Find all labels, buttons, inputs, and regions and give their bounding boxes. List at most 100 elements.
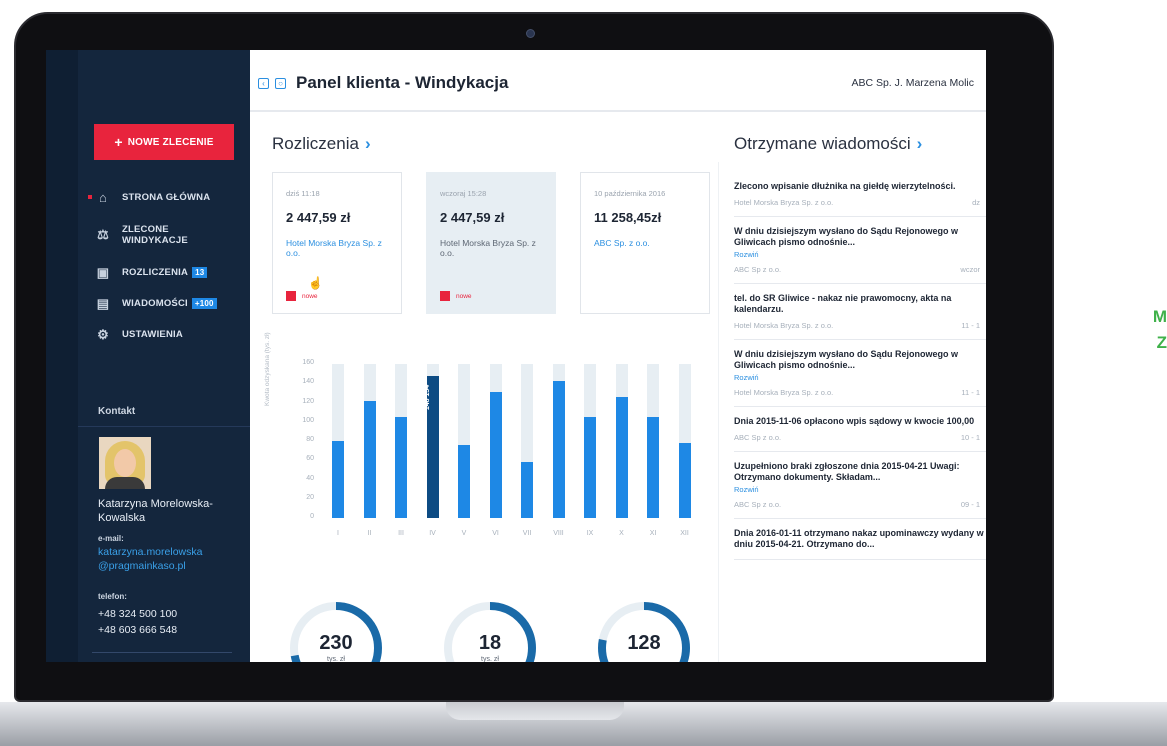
bar[interactable] xyxy=(678,442,691,518)
bar[interactable] xyxy=(458,444,470,518)
bar[interactable] xyxy=(552,381,565,518)
message-item[interactable]: Uzupełniono braki zgłoszone dnia 2015-04… xyxy=(734,452,986,519)
sidebar-nav: ⌂ STRONA GŁÓWNA ⚖ ZLECONE WINDYKACJE ▣ ROZLIC… xyxy=(88,182,248,350)
expand-link[interactable]: Rozwiń xyxy=(734,373,986,382)
status-badge: nowe xyxy=(286,291,318,301)
new-order-button[interactable]: + NOWE ZLECENIE xyxy=(94,124,234,160)
card-date: dziś 11:18 xyxy=(286,189,320,198)
message-item[interactable]: Dnia 2015-11-06 opłacono wpis sądowy w k… xyxy=(734,407,986,452)
header-divider xyxy=(250,110,986,112)
message-time: 11 - 1 xyxy=(961,388,980,397)
message-sender: Hotel Morska Bryza Sp. z o.o. xyxy=(734,198,834,207)
message-time: dz xyxy=(972,198,980,207)
message-sender: ABC Sp z o.o. xyxy=(734,433,782,442)
pointer-cursor-icon: ☝ xyxy=(308,276,323,290)
status-label: nowe xyxy=(456,292,472,300)
x-tick-label: I xyxy=(337,530,339,537)
donut-value: 230 xyxy=(319,632,353,654)
sidebar-strip xyxy=(46,50,78,662)
phone-2: +48 603 666 548 xyxy=(98,624,178,636)
chart-y-label: Kwota odzyskana (tys. zł) xyxy=(264,332,271,406)
y-tick-label: 100 xyxy=(302,416,314,424)
message-item[interactable]: Zlecono wpisanie dłużnika na giełdę wier… xyxy=(734,172,986,217)
sidebar-item-label: ROZLICZENIA xyxy=(122,267,189,278)
bar[interactable] xyxy=(584,416,596,518)
x-tick-label: VII xyxy=(522,530,532,537)
gear-icon: ⚙ xyxy=(97,326,109,342)
expand-link[interactable]: Rozwiń xyxy=(734,250,986,259)
recovery-bar-chart: Kwota odzyskana (tys. zł) 0 20 40 60 80 100 12… xyxy=(264,332,726,550)
header: ‹ ○ Panel klienta - Windykacja ABC Sp. J… xyxy=(250,50,986,112)
bar-value-label: 148 154 xyxy=(423,384,431,410)
sidebar-item-1[interactable]: ⚖ ZLECONE WINDYKACJE xyxy=(92,213,248,257)
plus-icon: + xyxy=(114,134,123,150)
side-caption: M Z xyxy=(1127,304,1167,356)
header-nav: ‹ ○ xyxy=(258,78,286,89)
sidebar-item-4[interactable]: ⚙ USTAWIENIA xyxy=(92,319,248,350)
donut-value: 128 xyxy=(627,632,661,654)
active-indicator xyxy=(88,195,92,199)
contact-email-link[interactable]: katarzyna.morelowska @pragmainkaso.pl xyxy=(98,545,248,573)
messages-list: Zlecono wpisanie dłużnika na giełdę wier… xyxy=(734,172,986,560)
page-title: Panel klienta - Windykacja xyxy=(296,73,509,92)
back-icon[interactable]: ‹ xyxy=(258,78,269,89)
message-sender: Hotel Morska Bryza Sp. z o.o. xyxy=(734,388,834,397)
message-text: W dniu dzisiejszym wysłano do Sądu Rejon… xyxy=(734,349,959,370)
y-tick-label: 40 xyxy=(306,474,314,482)
sidebar-item-2[interactable]: ▣ ROZLICZENIA 13 xyxy=(92,257,248,288)
x-tick-label: VI xyxy=(492,530,499,537)
phone-label: telefon: xyxy=(98,592,127,601)
sidebar-item-0[interactable]: ⌂ STRONA GŁÓWNA xyxy=(88,182,248,213)
message-sender: ABC Sp z o.o. xyxy=(734,500,782,509)
message-item[interactable]: tel. do SR Gliwice - nakaz nie prawomocn… xyxy=(734,284,986,340)
card-client-link[interactable]: Hotel Morska Bryza Sp. z o.o. xyxy=(286,238,394,258)
messages-title-link[interactable]: Otrzymane wiadomości › xyxy=(734,134,922,154)
status-badge: nowe xyxy=(440,291,472,301)
message-sender: ABC Sp z o.o. xyxy=(734,265,782,274)
message-item[interactable]: W dniu dzisiejszym wysłano do Sądu Rejon… xyxy=(734,340,986,407)
message-meta: Hotel Morska Bryza Sp. z o.o. dz xyxy=(734,198,986,207)
bar[interactable] xyxy=(647,416,659,518)
donut-chart: 230 tys. zł xyxy=(286,598,386,662)
column-divider xyxy=(718,162,719,662)
card-client-link[interactable]: Hotel Morska Bryza Sp. z o.o. xyxy=(440,238,548,258)
settlements-title-link[interactable]: Rozliczenia › xyxy=(272,134,371,154)
card-date: 10 października 2016 xyxy=(594,189,666,198)
bar[interactable] xyxy=(615,396,628,518)
bar[interactable] xyxy=(489,391,502,518)
laptop-stage: M Z + NOWE ZLECENIE ⌂ STRONA GŁÓWNA ⚖ ZLECO… xyxy=(0,0,1167,746)
expand-link[interactable]: Rozwiń xyxy=(734,485,986,494)
gavel-icon: ⚖ xyxy=(97,227,109,242)
bar[interactable] xyxy=(363,400,376,518)
home-icon: ⌂ xyxy=(98,190,108,205)
card-client-link[interactable]: ABC Sp. z o.o. xyxy=(594,238,702,248)
settlement-card[interactable]: dziś 11:18 2 447,59 zł Hotel Morska Bryza … xyxy=(272,172,402,314)
donut-chart: 128 xyxy=(594,598,694,662)
contact-phones: +48 324 500 100 +48 603 666 548 xyxy=(98,606,177,638)
refresh-icon[interactable]: ○ xyxy=(275,78,286,89)
x-tick-label: XII xyxy=(680,530,689,537)
sidebar-item-3[interactable]: ▤ WIADOMOŚCI +100 xyxy=(92,288,248,319)
message-item[interactable]: Dnia 2016-01-11 otrzymano nakaz upominaw… xyxy=(734,519,986,560)
bar[interactable] xyxy=(332,441,344,518)
message-item[interactable]: W dniu dzisiejszym wysłano do Sądu Rejon… xyxy=(734,217,986,284)
settlement-card[interactable]: wczoraj 15:28 2 447,59 zł Hotel Morska Bry… xyxy=(426,172,556,314)
message-text: Dnia 2016-01-11 otrzymano nakaz upominaw… xyxy=(734,528,984,549)
settlements-title: Rozliczenia xyxy=(272,134,359,153)
message-meta: ABC Sp z o.o. wczor xyxy=(734,265,986,274)
count-badge: +100 xyxy=(191,298,217,309)
company-name[interactable]: ABC Sp. J. Marzena Molic xyxy=(851,77,974,89)
wallet-icon: ▣ xyxy=(96,264,110,280)
bar[interactable] xyxy=(521,462,533,518)
settlement-card[interactable]: 10 października 2016 11 258,45zł ABC Sp. z… xyxy=(580,172,710,314)
message-text: Dnia 2015-11-06 opłacono wpis sądowy w k… xyxy=(734,416,975,426)
x-tick-label: II xyxy=(367,530,372,537)
message-meta: Hotel Morska Bryza Sp. z o.o. 11 - 1 xyxy=(734,388,986,397)
y-tick-label: 80 xyxy=(306,436,314,443)
x-tick-label: X xyxy=(619,530,624,537)
card-amount: 2 447,59 zł xyxy=(440,210,505,225)
y-tick-label: 0 xyxy=(310,513,314,520)
bar[interactable] xyxy=(395,416,407,518)
donut-unit: tys. zł xyxy=(481,656,499,662)
message-meta: ABC Sp z o.o. 09 - 1 xyxy=(734,500,986,509)
